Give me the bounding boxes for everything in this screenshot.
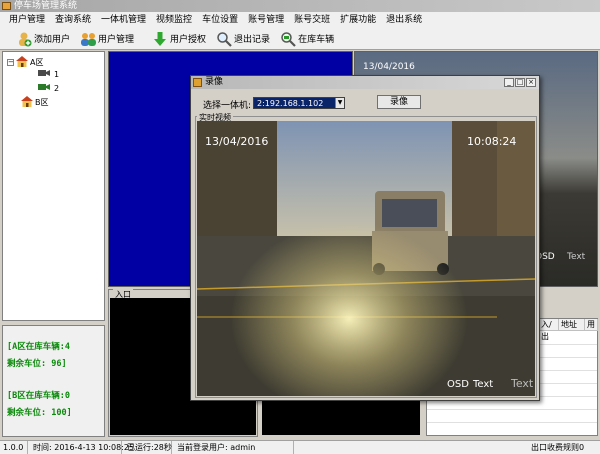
dialog-titlebar: 录像 bbox=[191, 76, 539, 89]
device-select-label: 选择一体机: bbox=[203, 101, 252, 111]
menu-shift-handover[interactable]: 账号交班 bbox=[289, 12, 335, 28]
video-date: 13/04/2016 bbox=[205, 135, 269, 148]
menu-extensions[interactable]: 扩展功能 bbox=[335, 12, 381, 28]
user-manage-button[interactable]: 用户管理 bbox=[80, 31, 134, 47]
status-bar: 1.0.0 时间: 2016-4-13 10:08:25 已运行:28秒 当前登… bbox=[0, 440, 600, 454]
zone-a-count: [A区在库车辆:4 bbox=[7, 342, 70, 352]
toolbar: 添加用户 用户管理 用户授权 退出记录 在库车辆 bbox=[0, 28, 600, 50]
add-user-button[interactable]: 添加用户 bbox=[16, 31, 70, 47]
menu-user-manage[interactable]: 用户管理 bbox=[4, 12, 50, 28]
add-user-icon bbox=[16, 31, 32, 47]
zone-b-count: [B区在库车辆:0 bbox=[7, 391, 70, 401]
search-icon bbox=[216, 31, 232, 47]
video-date: 13/04/2016 bbox=[363, 62, 415, 72]
window-titlebar: 停车场管理系统 bbox=[0, 0, 600, 12]
house-icon bbox=[16, 56, 28, 69]
window-title: 停车场管理系统 bbox=[14, 1, 78, 11]
record-dialog: 录像 _ □ × 选择一体机: 2:192.168.1.102 ▼ 录像 实时视… bbox=[190, 75, 540, 401]
tree-node-zone-b[interactable]: B区 bbox=[21, 96, 49, 109]
tree-label-zone-b: B区 bbox=[35, 98, 49, 107]
menu-bar: 用户管理 查询系统 一体机管理 视频监控 车位设置 账号管理 账号交班 扩展功能… bbox=[0, 12, 600, 28]
minimize-button[interactable]: _ bbox=[504, 78, 514, 87]
collapse-toggle[interactable]: − bbox=[7, 59, 14, 66]
tree-node-camera-2[interactable]: 2 bbox=[38, 83, 59, 94]
record-button[interactable]: 录像 bbox=[377, 95, 421, 109]
device-select[interactable]: 2:192.168.1.102 bbox=[253, 97, 345, 109]
logout-record-button[interactable]: 退出记录 bbox=[216, 31, 270, 47]
menu-device-manage[interactable]: 一体机管理 bbox=[96, 12, 151, 28]
status-rule: 出口收费规则0 bbox=[531, 443, 585, 452]
close-button[interactable]: × bbox=[526, 78, 536, 87]
column-header-direction[interactable]: 入/出 bbox=[539, 319, 559, 341]
tree-node-camera-1[interactable]: 1 bbox=[38, 69, 59, 80]
status-time: 时间: 2016-4-13 10:08:25 bbox=[30, 441, 134, 454]
search-car-icon bbox=[280, 31, 296, 47]
user-grant-label: 用户授权 bbox=[170, 35, 207, 45]
osd-text-label: Text bbox=[567, 252, 586, 262]
osd-text-label: Text bbox=[473, 379, 494, 390]
tree-node-zone-a[interactable]: − A区 bbox=[7, 56, 43, 69]
zone-b-remaining: 剩余车位: 100] bbox=[7, 408, 72, 418]
cars-in-lot-label: 在库车辆 bbox=[298, 35, 335, 45]
column-header-user[interactable]: 用 bbox=[585, 319, 598, 331]
status-version: 1.0.0 bbox=[0, 441, 28, 454]
tree-label-camera-2: 2 bbox=[54, 84, 60, 93]
users-icon bbox=[80, 31, 97, 47]
osd-text-label-2: Text bbox=[511, 377, 534, 390]
add-user-label: 添加用户 bbox=[34, 35, 71, 45]
arrow-down-icon bbox=[152, 31, 168, 47]
menu-query[interactable]: 查询系统 bbox=[50, 12, 96, 28]
user-grant-button[interactable]: 用户授权 bbox=[152, 31, 206, 47]
menu-space-settings[interactable]: 车位设置 bbox=[197, 12, 243, 28]
live-video[interactable]: 13/04/2016 10:08:24 OSD Text Text bbox=[197, 121, 535, 396]
camera-icon bbox=[38, 69, 50, 80]
tree-label-camera-1: 1 bbox=[54, 70, 60, 79]
device-tree[interactable]: − A区 1 2 B区 bbox=[2, 51, 105, 321]
logout-record-label: 退出记录 bbox=[234, 35, 271, 45]
camera-icon bbox=[38, 83, 50, 94]
status-running: 已运行:28秒 bbox=[124, 441, 172, 454]
dialog-icon bbox=[193, 78, 202, 87]
maximize-button[interactable]: □ bbox=[515, 78, 525, 87]
menu-video-monitor[interactable]: 视频监控 bbox=[151, 12, 197, 28]
dialog-title: 录像 bbox=[205, 77, 224, 87]
status-user: 当前登录用户: admin bbox=[174, 441, 294, 454]
chevron-down-icon[interactable]: ▼ bbox=[335, 98, 344, 108]
house-icon bbox=[21, 96, 33, 109]
osd-label: OSD bbox=[447, 379, 469, 390]
menu-account-manage[interactable]: 账号管理 bbox=[243, 12, 289, 28]
video-time: 10:08:24 bbox=[467, 135, 517, 148]
user-manage-label: 用户管理 bbox=[98, 35, 135, 45]
app-icon bbox=[2, 2, 11, 10]
menu-exit[interactable]: 退出系统 bbox=[381, 12, 427, 28]
zone-a-remaining: 剩余车位: 96] bbox=[7, 359, 67, 369]
street-scene bbox=[197, 121, 535, 396]
cars-in-lot-button[interactable]: 在库车辆 bbox=[280, 31, 334, 47]
tree-label-zone-a: A区 bbox=[30, 58, 44, 67]
column-header-address[interactable]: 地址 bbox=[559, 319, 585, 331]
parking-stats: [A区在库车辆:4 剩余车位: 96] [B区在库车辆:0 剩余车位: 100] bbox=[2, 325, 105, 437]
